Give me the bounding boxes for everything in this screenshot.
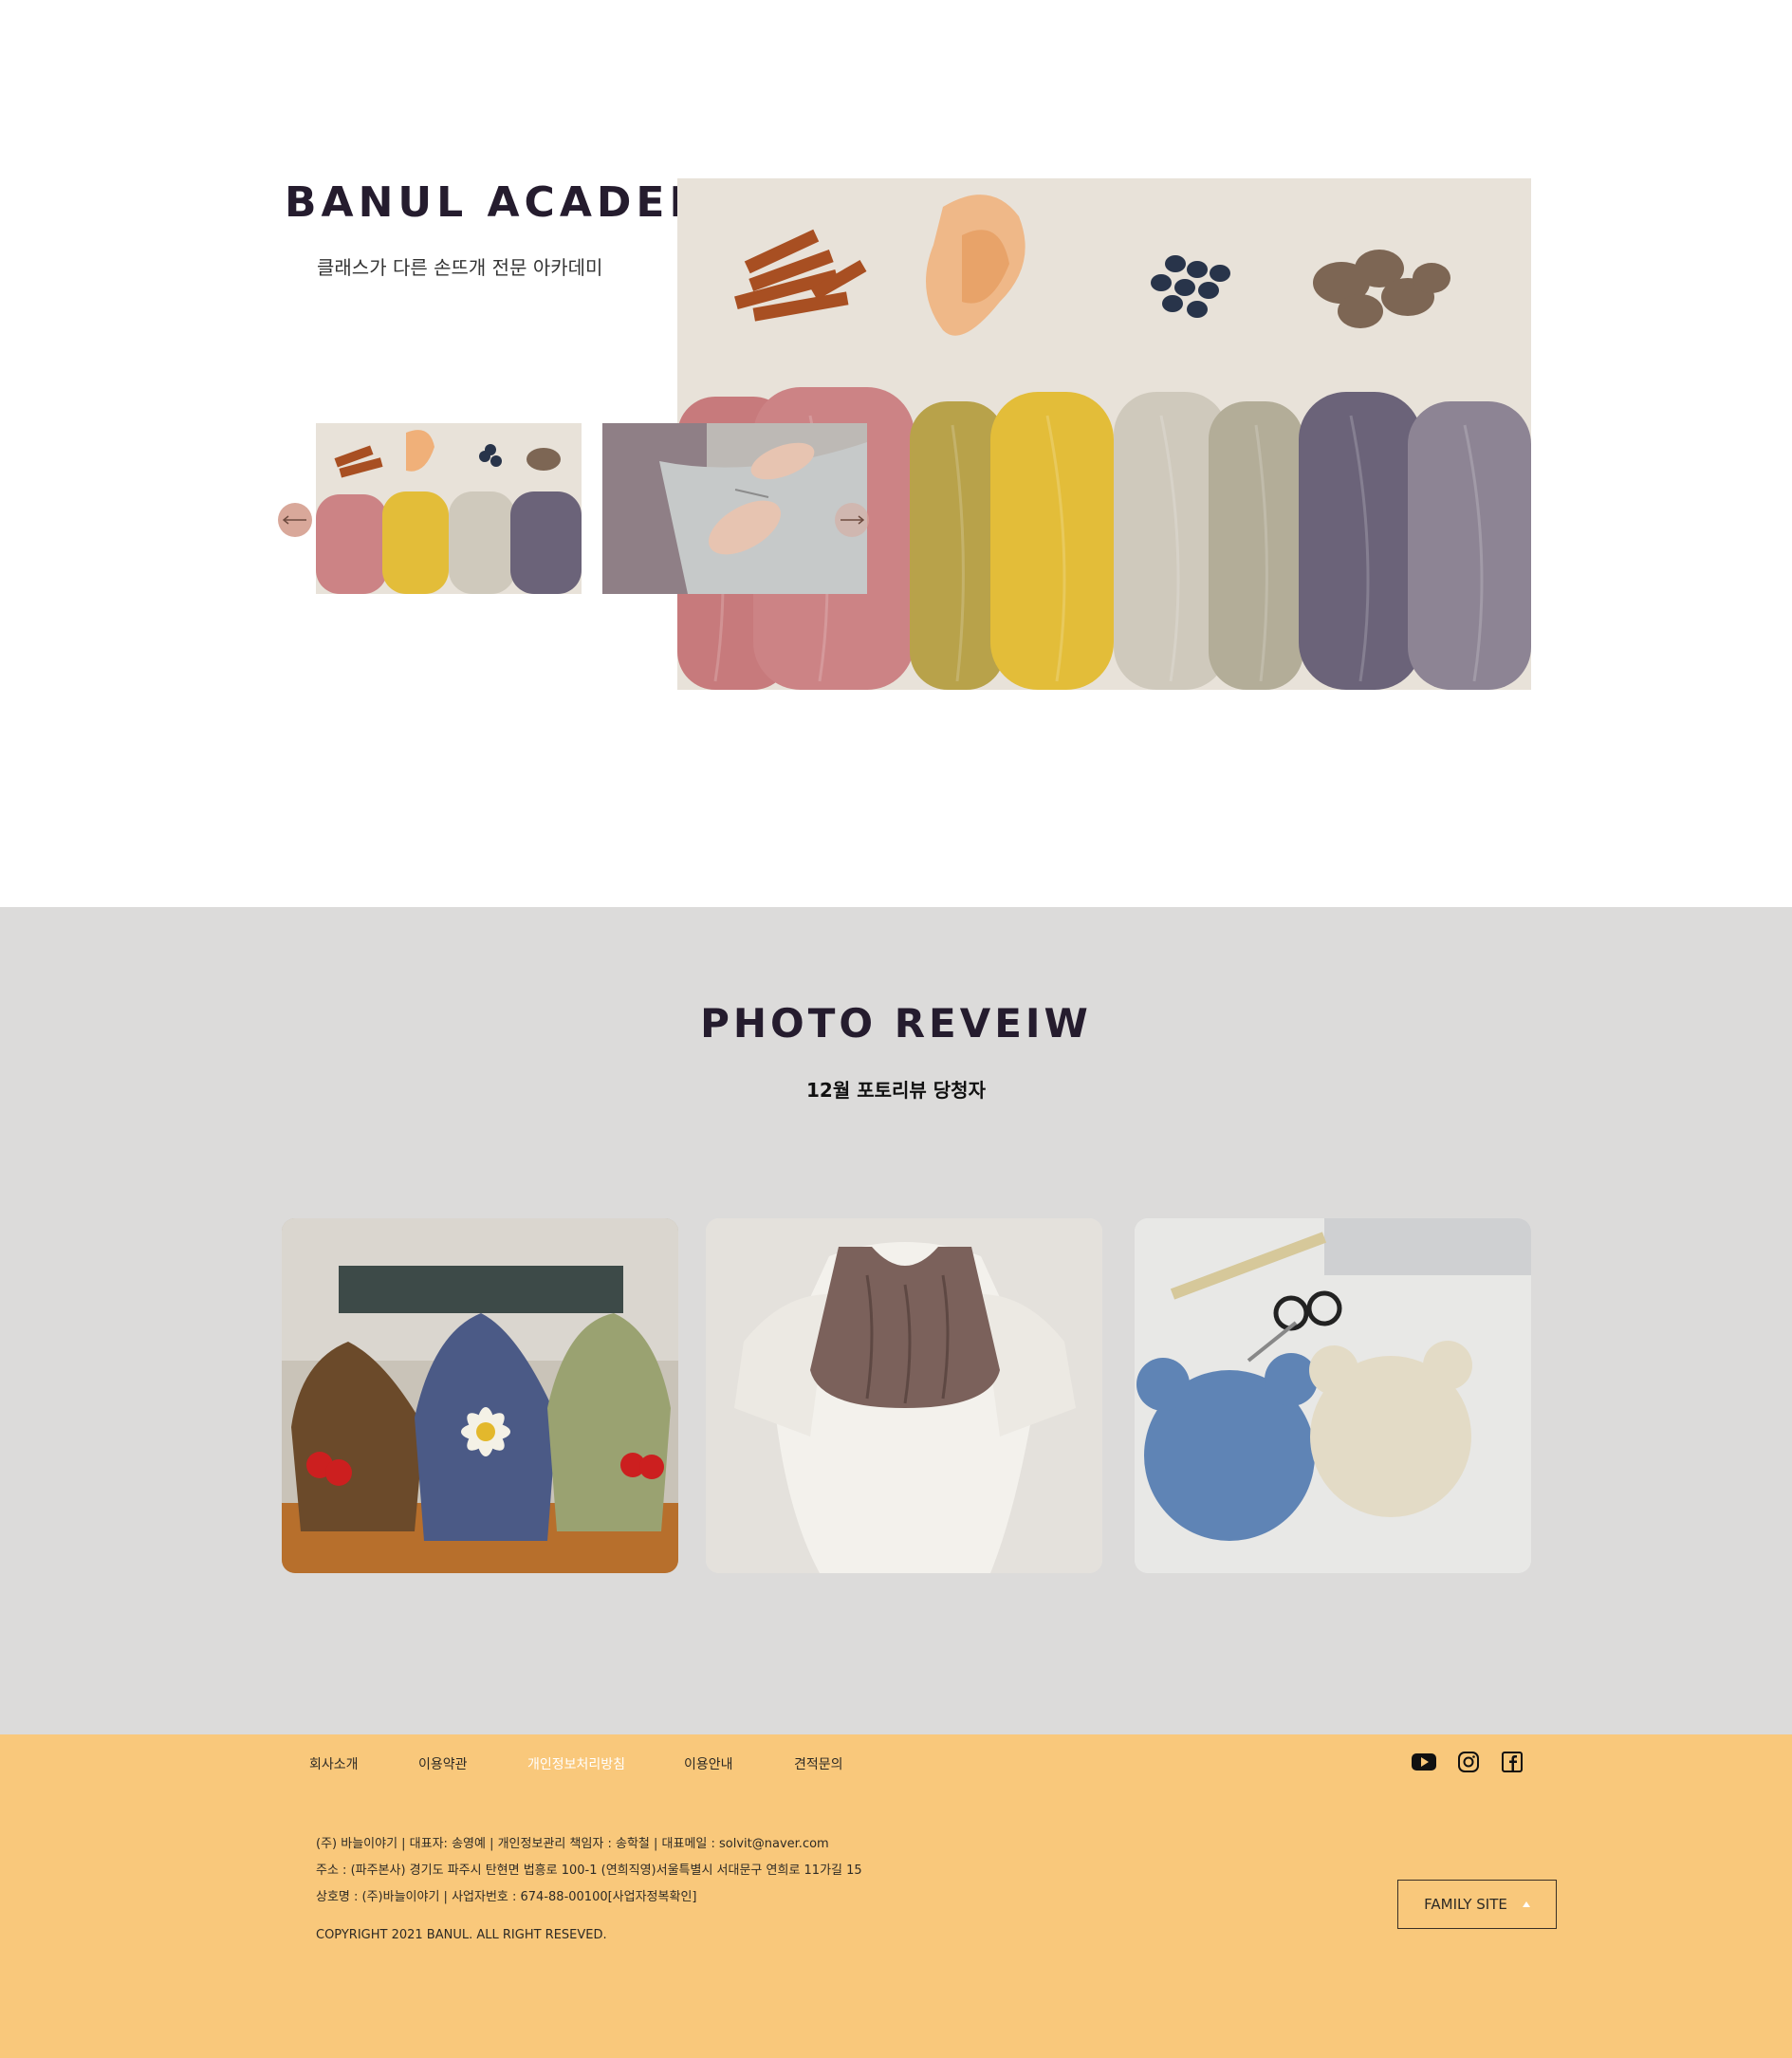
yarn-thumbnail-photo [316,423,582,594]
footer-nav-company[interactable]: 회사소개 [309,1754,359,1773]
crochet-coasters-photo [1135,1218,1531,1573]
caret-up-icon [1522,1901,1530,1907]
instagram-icon[interactable] [1453,1750,1484,1774]
family-site-label: FAMILY SITE [1424,1896,1507,1913]
photo-review-subtitle: 12월 포토리뷰 당청자 [806,1079,986,1102]
family-site-select[interactable]: FAMILY SITE [1397,1880,1557,1929]
footer-nav-terms[interactable]: 이용약관 [418,1754,468,1773]
knitted-vest-photo [706,1218,1102,1573]
review-card-coasters[interactable] [1135,1218,1531,1573]
youtube-icon[interactable] [1409,1750,1439,1774]
knitted-bags-photo [282,1218,678,1573]
slider-prev-button[interactable] [278,503,312,537]
footer-address: 주소 : (파주본사) 경기도 파주시 탄현면 법흥로 100-1 (연희직영)… [316,1863,862,1878]
footer-nav-quote[interactable]: 견적문의 [794,1754,843,1773]
slider-next-button[interactable] [835,503,869,537]
arrow-left-icon [283,515,306,525]
footer-nav-guide[interactable]: 이용안내 [684,1754,733,1773]
photo-review-title: PHOTO REVEIW [700,1000,1092,1047]
footer-company-info: (주) 바늘이야기 | 대표자: 송영예 | 개인정보관리 책임자 : 송학철 … [316,1837,829,1851]
footer-business-number: 상호명 : (주)바늘이야기 | 사업자번호 : 674-88-00100[사업… [316,1890,697,1904]
facebook-icon[interactable] [1497,1750,1527,1774]
arrow-right-icon [841,515,864,525]
footer-copyright: COPYRIGHT 2021 BANUL. ALL RIGHT RESEVED. [316,1928,607,1942]
review-card-vest[interactable] [706,1218,1102,1573]
footer-nav-privacy[interactable]: 개인정보처리방침 [527,1754,625,1773]
slide-thumbnail-yarn[interactable] [316,423,582,594]
hero-subtitle: 클래스가 다른 손뜨개 전문 아카데미 [317,256,603,279]
review-card-bags[interactable] [282,1218,678,1573]
knitting-thumbnail-photo [602,423,867,594]
slide-thumbnail-knitting[interactable] [602,423,867,594]
